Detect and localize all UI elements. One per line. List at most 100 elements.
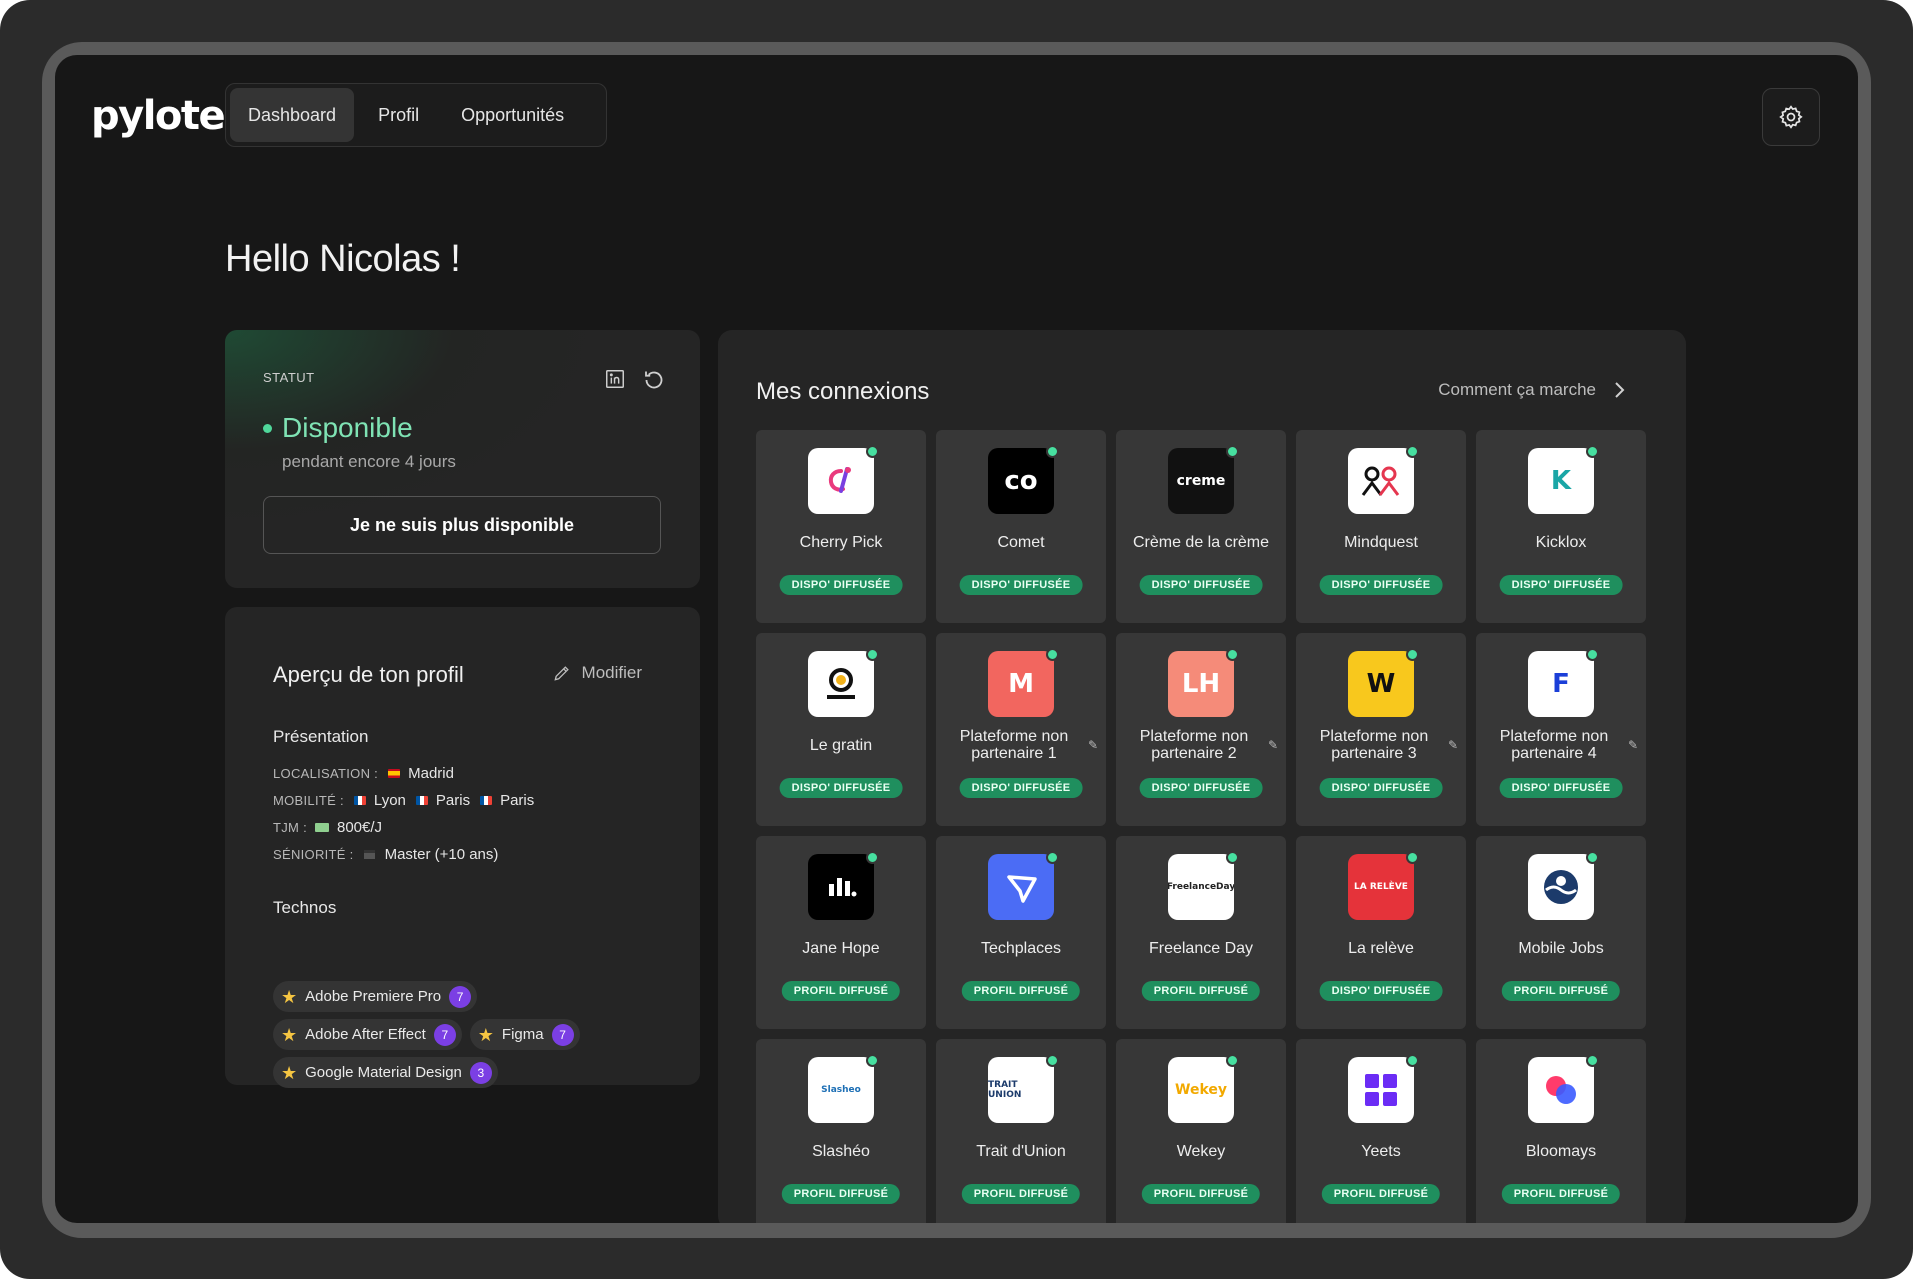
- localisation-key: LOCALISATION :: [273, 766, 379, 781]
- connexion-tile[interactable]: Le gratin DISPO' DIFFUSÉE: [756, 633, 926, 826]
- money-icon: [315, 823, 329, 832]
- platform-name: Le gratin: [764, 725, 918, 765]
- connected-status-dot: [1406, 648, 1419, 661]
- connexions-grid: Cherry Pick DISPO' DIFFUSÉE co Comet DISPO' …: [756, 430, 1646, 1223]
- platform-logo-icon: [808, 651, 874, 717]
- edit-pencil-icon[interactable]: ✎: [1268, 737, 1278, 754]
- mobilite-value: Lyon: [373, 792, 406, 809]
- platform-name: Techplaces: [944, 928, 1098, 968]
- edit-pencil-icon[interactable]: ✎: [1448, 737, 1458, 754]
- techno-chip[interactable]: ★ Figma 7: [469, 1019, 580, 1050]
- how-it-works-link[interactable]: Comment ça marche: [1438, 380, 1626, 400]
- platform-logo-icon: LH: [1168, 651, 1234, 717]
- platform-logo-icon: FreelanceDay: [1168, 854, 1234, 920]
- connexion-tile[interactable]: Mindquest DISPO' DIFFUSÉE: [1296, 430, 1466, 623]
- app-logo[interactable]: pylote: [91, 93, 226, 139]
- refresh-icon[interactable]: [642, 368, 666, 392]
- connexion-tile[interactable]: LH Plateforme non partenaire 2 ✎ DISPO' DIF…: [1116, 633, 1286, 826]
- platform-logo-icon: creme: [1168, 448, 1234, 514]
- connected-status-dot: [1226, 445, 1239, 458]
- platform-logo-text: LH: [1181, 669, 1221, 699]
- mobilite-value: Paris: [500, 792, 535, 809]
- diffusion-badge: DISPO' DIFFUSÉE: [1499, 778, 1623, 798]
- diffusion-badge: DISPO' DIFFUSÉE: [959, 575, 1083, 595]
- platform-name: Yeets: [1304, 1131, 1458, 1171]
- platform-name-text: Trait d'Union: [976, 1142, 1066, 1160]
- unavailable-button[interactable]: Je ne suis plus disponible: [263, 496, 661, 554]
- status-label: STATUT: [263, 370, 315, 385]
- connexion-tile[interactable]: Techplaces PROFIL DIFFUSÉ: [936, 836, 1106, 1029]
- modify-profile-button[interactable]: Modifier: [552, 663, 642, 683]
- platform-name-text: Techplaces: [980, 939, 1062, 957]
- platform-name-text: Plateforme non partenaire 3: [1319, 728, 1429, 762]
- connected-status-dot: [1046, 851, 1059, 864]
- status-dot: [263, 423, 272, 433]
- techno-chip[interactable]: ★ Adobe After Effect 7: [273, 1019, 462, 1050]
- connexion-tile[interactable]: LA RELÈVE La relève DISPO' DIFFUSÉE: [1296, 836, 1466, 1029]
- platform-logo-text: creme: [1176, 473, 1226, 489]
- connected-status-dot: [866, 445, 879, 458]
- platform-name: Trait d'Union: [944, 1131, 1098, 1171]
- tab-profil[interactable]: Profil: [360, 88, 437, 142]
- connexion-tile[interactable]: Slasheo Slashéo PROFIL DIFFUSÉ: [756, 1039, 926, 1223]
- platform-logo-icon: [808, 854, 874, 920]
- connected-status-dot: [1046, 445, 1059, 458]
- platform-name: Crème de la crème: [1124, 522, 1278, 562]
- connexion-tile[interactable]: Cherry Pick DISPO' DIFFUSÉE: [756, 430, 926, 623]
- platform-name: Jane Hope: [764, 928, 918, 968]
- connexion-tile[interactable]: TRAIT UNION Trait d'Union PROFIL DIFFUSÉ: [936, 1039, 1106, 1223]
- tab-dashboard[interactable]: Dashboard: [230, 88, 355, 142]
- star-icon: ★: [281, 1062, 298, 1083]
- connected-status-dot: [1586, 445, 1599, 458]
- connected-status-dot: [1586, 648, 1599, 661]
- platform-name-text: Slashéo: [812, 1142, 870, 1160]
- connexion-tile[interactable]: creme Crème de la crème DISPO' DIFFUSÉE: [1116, 430, 1286, 623]
- tjm-row: TJM : 800€/J: [273, 819, 382, 836]
- platform-logo-text: W: [1366, 669, 1396, 699]
- status-card: STATUT Disponible pendant encore 4 jours…: [225, 330, 700, 588]
- platform-logo-icon: TRAIT UNION: [988, 1057, 1054, 1123]
- france-flag-icon: [480, 796, 493, 805]
- connexion-tile[interactable]: FreelanceDay Freelance Day PROFIL DIFFUSÉ: [1116, 836, 1286, 1029]
- connexion-tile[interactable]: Bloomays PROFIL DIFFUSÉ: [1476, 1039, 1646, 1223]
- platform-logo-text: M: [1008, 669, 1034, 699]
- connexion-tile[interactable]: Yeets PROFIL DIFFUSÉ: [1296, 1039, 1466, 1223]
- edit-pencil-icon[interactable]: ✎: [1628, 737, 1638, 754]
- tab-opportunites[interactable]: Opportunités: [443, 88, 582, 142]
- diffusion-badge: PROFIL DIFFUSÉ: [1501, 1184, 1621, 1204]
- edit-pencil-icon[interactable]: ✎: [1088, 737, 1098, 754]
- connexion-tile[interactable]: K Kicklox DISPO' DIFFUSÉE: [1476, 430, 1646, 623]
- techno-chip[interactable]: ★ Google Material Design 3: [273, 1057, 498, 1088]
- star-icon: ★: [281, 1024, 298, 1045]
- connexion-tile[interactable]: Mobile Jobs PROFIL DIFFUSÉ: [1476, 836, 1646, 1029]
- platform-logo-text: K: [1550, 466, 1572, 496]
- status-duration: pendant encore 4 jours: [282, 452, 456, 471]
- settings-button[interactable]: [1762, 88, 1820, 146]
- gear-icon: [1779, 105, 1803, 129]
- connexion-tile[interactable]: co Comet DISPO' DIFFUSÉE: [936, 430, 1106, 623]
- technos-heading: Technos: [273, 898, 337, 917]
- diffusion-badge: DISPO' DIFFUSÉE: [1319, 575, 1443, 595]
- tjm-value: 800€/J: [337, 819, 383, 836]
- techno-chip[interactable]: ★ Adobe Premiere Pro 7: [273, 981, 478, 1012]
- localisation-row: LOCALISATION : Madrid: [273, 765, 454, 782]
- connexion-tile[interactable]: F Plateforme non partenaire 4 ✎ DISPO' DIFF…: [1476, 633, 1646, 826]
- connexion-tile[interactable]: M Plateforme non partenaire 1 ✎ DISPO' DIFF…: [936, 633, 1106, 826]
- connected-status-dot: [1586, 851, 1599, 864]
- platform-logo-text: Wekey: [1175, 1082, 1227, 1098]
- profile-title: Aperçu de ton profil: [273, 662, 464, 687]
- connexion-tile[interactable]: Wekey Wekey PROFIL DIFFUSÉ: [1116, 1039, 1286, 1223]
- linkedin-icon[interactable]: [604, 368, 626, 390]
- chevron-right-icon: [1615, 382, 1625, 398]
- connected-status-dot: [866, 851, 879, 864]
- platform-logo-icon: LA RELÈVE: [1348, 854, 1414, 920]
- platform-logo-text: F: [1552, 669, 1570, 699]
- techno-count: 7: [551, 1023, 574, 1046]
- platform-name: Mobile Jobs: [1484, 928, 1638, 968]
- platform-logo-icon: [1528, 1057, 1594, 1123]
- seniorite-row: SÉNIORITÉ : Master (+10 ans): [273, 846, 498, 863]
- techno-name: Adobe After Effect: [305, 1026, 426, 1043]
- connexion-tile[interactable]: W Plateforme non partenaire 3 ✎ DISPO' DIFF…: [1296, 633, 1466, 826]
- connexion-tile[interactable]: Jane Hope PROFIL DIFFUSÉ: [756, 836, 926, 1029]
- diffusion-badge: PROFIL DIFFUSÉ: [1501, 981, 1621, 1001]
